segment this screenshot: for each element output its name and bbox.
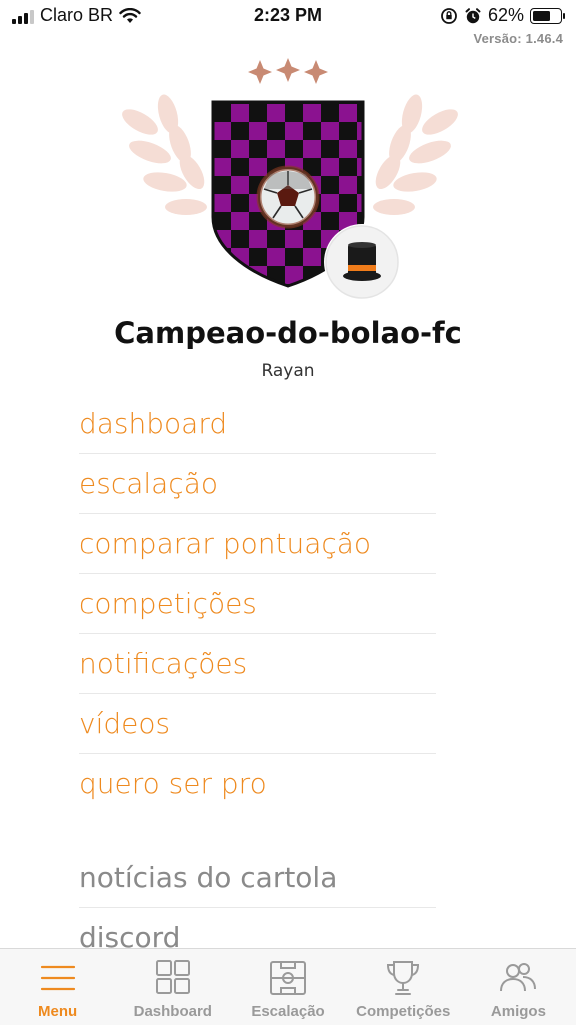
menu-icon bbox=[40, 965, 75, 991]
menu-item-competicoes[interactable]: competições bbox=[79, 574, 436, 634]
friends-icon bbox=[500, 963, 537, 992]
field-icon bbox=[270, 961, 306, 995]
top-hat-icon bbox=[343, 242, 381, 281]
avatar bbox=[324, 224, 400, 300]
status-right: 62% bbox=[440, 5, 565, 26]
tab-menu[interactable]: Menu bbox=[0, 949, 115, 1025]
dashboard-icon bbox=[155, 960, 190, 994]
laurel-right-icon bbox=[373, 94, 458, 215]
menu-item-quero-ser-pro[interactable]: quero ser pro bbox=[79, 754, 436, 813]
stars-icon bbox=[248, 58, 328, 84]
owner-name: Rayan bbox=[261, 361, 315, 381]
battery-icon bbox=[530, 7, 565, 24]
tab-escalacao-label: Escalação bbox=[251, 1003, 325, 1020]
laurel-left-icon bbox=[122, 94, 207, 215]
tab-competicoes[interactable]: Competições bbox=[346, 949, 461, 1025]
team-emblem bbox=[122, 58, 458, 300]
version-label: Versão: 1.46.4 bbox=[473, 31, 563, 46]
menu-item-videos[interactable]: vídeos bbox=[79, 694, 436, 754]
menu-item-notificacoes[interactable]: notificações bbox=[79, 634, 436, 694]
team-name: Campeao-do-bolao-fc bbox=[114, 316, 462, 350]
trophy-icon bbox=[387, 961, 420, 995]
menu-item-escalacao[interactable]: escalação bbox=[79, 454, 436, 514]
battery-percent: 62% bbox=[487, 5, 524, 25]
tab-amigos-label: Amigos bbox=[490, 1003, 546, 1020]
tab-amigos[interactable]: Amigos bbox=[461, 949, 576, 1025]
tab-dashboard-label: Dashboard bbox=[133, 1003, 212, 1020]
soccer-ball-icon bbox=[256, 165, 320, 229]
tab-competicoes-label: Competições bbox=[356, 1003, 451, 1020]
rotation-lock-icon bbox=[441, 7, 457, 24]
menu-item-comparar-pontuacao[interactable]: comparar pontuação bbox=[79, 514, 436, 574]
tab-menu-label: Menu bbox=[38, 1003, 78, 1020]
main-menu: dashboard escalação comparar pontuação c… bbox=[79, 394, 436, 813]
tab-bar: Menu Dashboard Escalação Competições Ami… bbox=[0, 948, 576, 1025]
status-bar: Claro BR 2:23 PM 62% bbox=[0, 0, 576, 32]
menu-item-dashboard[interactable]: dashboard bbox=[79, 394, 436, 454]
tab-dashboard[interactable]: Dashboard bbox=[115, 949, 230, 1025]
alarm-icon bbox=[465, 7, 481, 23]
menu-item-noticias-do-cartola[interactable]: notícias do cartola bbox=[79, 848, 436, 908]
tab-escalacao[interactable]: Escalação bbox=[230, 949, 345, 1025]
